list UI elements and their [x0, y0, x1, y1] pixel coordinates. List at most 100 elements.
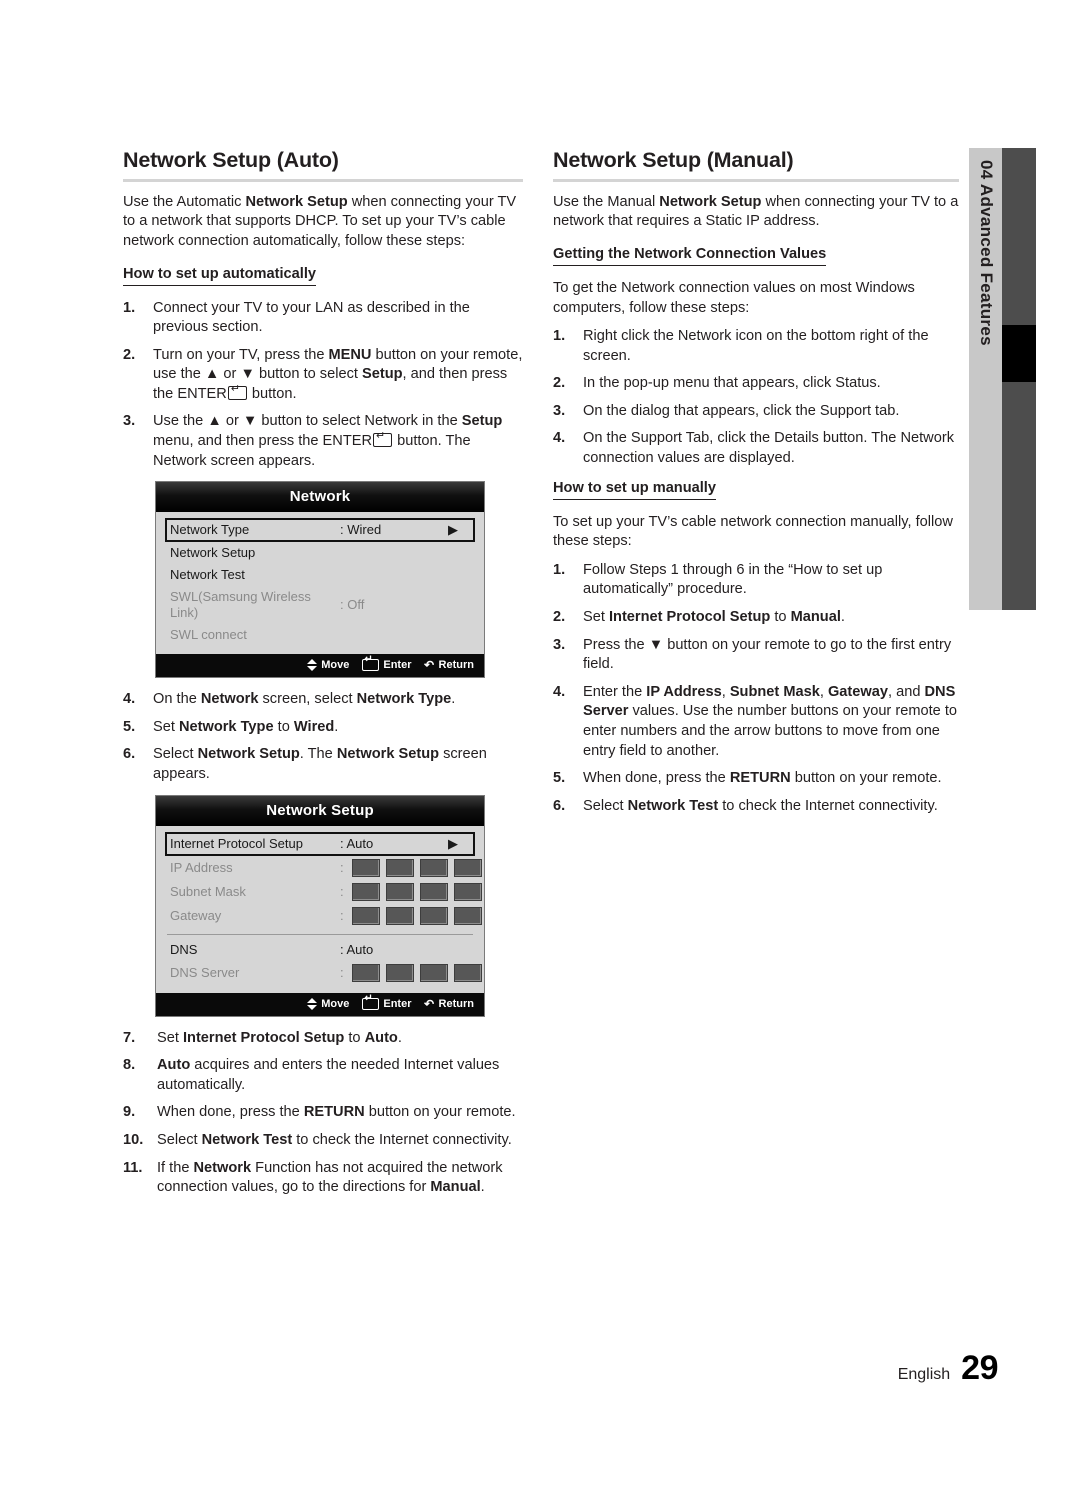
- osd-row-value-boxes: :: [340, 882, 482, 901]
- step-text: Select Network Setup. The Network Setup …: [153, 746, 487, 783]
- list-item: 1. Follow Steps 1 through 6 in the “How …: [553, 561, 959, 600]
- step-text: Auto acquires and enters the needed Inte…: [157, 1057, 500, 1093]
- chapter-tab: 04 Advanced Features: [969, 148, 1002, 610]
- osd-row-value: : Wired: [340, 522, 382, 538]
- list-item: 6. Select Network Test to check the Inte…: [553, 797, 959, 817]
- enter-icon: [362, 655, 380, 672]
- step-number: 1.: [553, 561, 566, 578]
- osd-row-value-boxes: :: [340, 906, 482, 925]
- osd-row-network-type[interactable]: Network Type : Wired ▶: [165, 518, 475, 543]
- list-item: 2. Turn on your TV, press the MENU butto…: [123, 346, 523, 405]
- osd-network-body: Network Type : Wired ▶ Network Setup Net…: [156, 512, 484, 655]
- step-text: Select Network Test to check the Interne…: [157, 1132, 512, 1148]
- osd-divider: [167, 933, 473, 935]
- step-text: On the Network screen, select Network Ty…: [153, 691, 456, 708]
- osd-row-label: SWL(Samsung Wireless Link): [170, 589, 311, 621]
- step-text: Press the ▼ button on your remote to go …: [583, 636, 952, 673]
- title-rule: [123, 178, 523, 182]
- step-number: 4.: [123, 691, 136, 708]
- return-icon: ↷: [424, 658, 435, 673]
- osd-value-box: [419, 906, 448, 925]
- osd-hint-label: Return: [438, 659, 474, 672]
- list-item: 1. Connect your TV to your LAN as descri…: [123, 299, 523, 338]
- manual-page: 04 Advanced Features Network Setup (Auto…: [0, 0, 1080, 1498]
- osd-network-setup-footer: Move Enter ↷ Return: [156, 992, 484, 1016]
- osd-value-box: [351, 858, 380, 877]
- osd-hint-enter: Enter: [362, 655, 412, 672]
- osd-hint-label: Move: [321, 997, 350, 1010]
- osd-row-label: Network Test: [170, 567, 245, 583]
- osd-row-label: Network Type: [170, 522, 250, 538]
- osd-row-value: : Auto: [340, 835, 374, 851]
- osd-row-label: Internet Protocol Setup: [170, 835, 303, 851]
- subhead-how-to-set-up-manually: How to set up manually: [553, 479, 716, 500]
- osd-row-gateway: Gateway :: [165, 904, 482, 928]
- osd-value-box: [385, 858, 414, 877]
- step-number: 8.: [123, 1057, 136, 1074]
- footer-page-number: 29: [961, 1349, 998, 1387]
- chevron-right-icon: ▶: [448, 522, 458, 538]
- page-footer: English 29: [898, 1349, 999, 1388]
- steps-list-values: 1. Right click the Network icon on the b…: [553, 327, 959, 469]
- step-number: 4.: [553, 430, 566, 447]
- osd-hint-label: Enter: [383, 997, 412, 1010]
- osd-value-box: [419, 882, 448, 901]
- osd-row-swl-connect: SWL connect: [165, 624, 475, 646]
- osd-row-network-test[interactable]: Network Test: [165, 564, 475, 586]
- list-item: 3. Press the ▼ button on your remote to …: [553, 636, 959, 675]
- step-text: On the dialog that appears, click the Su…: [583, 402, 900, 419]
- list-item: 3. On the dialog that appears, click the…: [553, 402, 959, 422]
- osd-row-dns-server: DNS Server :: [165, 961, 482, 985]
- steps-list-manual: 1. Follow Steps 1 through 6 in the “How …: [553, 561, 959, 817]
- chevron-right-icon: ▶: [448, 835, 458, 851]
- subhead-how-to-set-up-automatically: How to set up automatically: [123, 265, 316, 286]
- list-item: 8. Auto acquires and enters the needed I…: [123, 1056, 523, 1095]
- list-item: 9. When done, press the RETURN button on…: [123, 1103, 523, 1123]
- step-text: If the Network Function has not acquired…: [157, 1159, 503, 1196]
- step-number: 9.: [123, 1104, 136, 1121]
- osd-network-setup-title: Network Setup: [156, 795, 484, 826]
- osd-hint-label: Return: [438, 997, 474, 1010]
- osd-row-label: IP Address: [170, 859, 233, 875]
- step-number: 2.: [553, 609, 566, 626]
- step-text: Select Network Test to check the Interne…: [583, 797, 938, 814]
- list-item: 2. In the pop-up menu that appears, clic…: [553, 374, 959, 394]
- subhead-wrap-manual: How to set up manually: [553, 479, 959, 504]
- step-number: 1.: [123, 299, 136, 316]
- list-item: 10. Select Network Test to check the Int…: [123, 1131, 523, 1151]
- list-item: 3. Use the ▲ or ▼ button to select Netwo…: [123, 412, 523, 471]
- list-item: 11. If the Network Function has not acqu…: [123, 1159, 523, 1198]
- osd-row-dns[interactable]: DNS : Auto: [165, 939, 475, 961]
- step-text: When done, press the RETURN button on yo…: [157, 1104, 516, 1121]
- osd-row-subnet-mask: Subnet Mask :: [165, 880, 482, 904]
- osd-row-ip-address: IP Address :: [165, 856, 482, 880]
- osd-network-footer: Move Enter ↷ Return: [156, 654, 484, 678]
- steps-list-auto-3: 7. Set Internet Protocol Setup to Auto. …: [123, 1029, 523, 1198]
- step-number: 3.: [123, 413, 136, 430]
- intro-paragraph-values: To get the Network connection values on …: [553, 279, 915, 316]
- osd-row-label: SWL connect: [170, 627, 247, 643]
- osd-row-internet-protocol-setup[interactable]: Internet Protocol Setup : Auto ▶: [165, 831, 475, 856]
- osd-row-label: Subnet Mask: [170, 883, 246, 899]
- list-item: 2. Set Internet Protocol Setup to Manual…: [553, 608, 959, 628]
- osd-row-network-setup[interactable]: Network Setup: [165, 542, 475, 564]
- osd-row-value-boxes: :: [340, 963, 482, 982]
- right-column: Network Setup (Manual) Use the Manual Ne…: [553, 148, 959, 826]
- osd-row-label: Network Setup: [170, 545, 256, 561]
- step-number: 7.: [123, 1029, 136, 1046]
- osd-row-swl: SWL(Samsung Wireless Link) : Off: [165, 586, 475, 624]
- osd-network-setup-screenshot: Network Setup Internet Protocol Setup : …: [155, 794, 485, 1017]
- osd-row-colon: :: [340, 964, 344, 980]
- list-item: 1. Right click the Network icon on the b…: [553, 327, 959, 366]
- step-text: Set Internet Protocol Setup to Auto.: [157, 1029, 402, 1046]
- osd-hint-label: Enter: [383, 659, 412, 672]
- osd-hint-move: Move: [307, 659, 349, 672]
- osd-row-value: : Auto: [340, 941, 374, 957]
- osd-network-title: Network: [156, 482, 484, 513]
- enter-key-icon: [227, 383, 247, 400]
- osd-row-label: DNS Server: [170, 964, 240, 980]
- step-number: 3.: [553, 636, 566, 653]
- osd-row-label: DNS: [170, 941, 198, 957]
- chapter-bar-active-marker: [1002, 325, 1036, 382]
- osd-row-colon: :: [340, 907, 344, 923]
